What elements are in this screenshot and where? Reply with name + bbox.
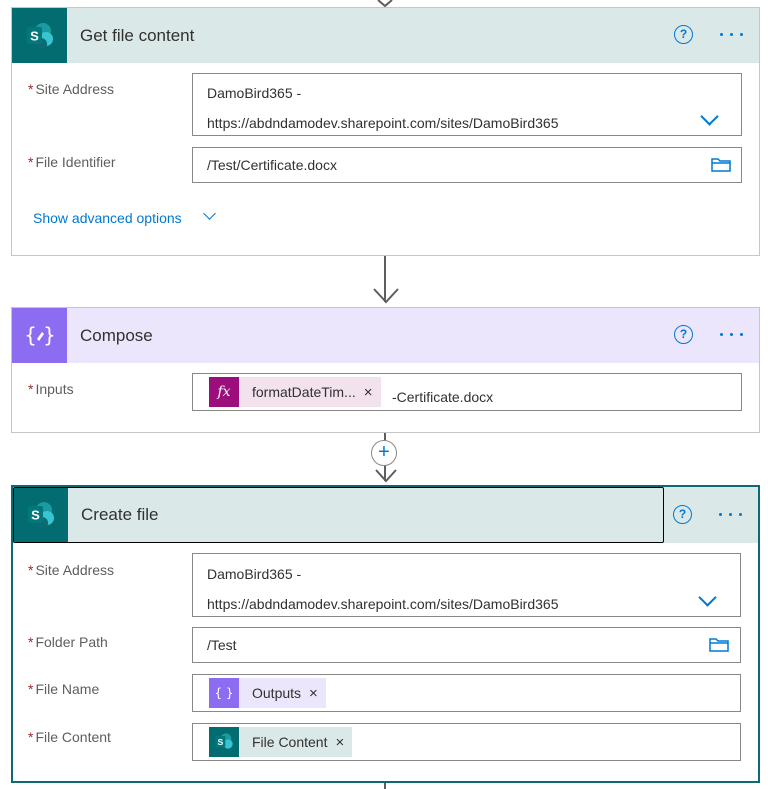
outputs-token[interactable]: { } Outputs ×: [209, 678, 326, 708]
site-address-label: * Site Address: [28, 81, 115, 97]
folder-icon[interactable]: [711, 158, 731, 172]
file-content-field[interactable]: S File Content ×: [192, 723, 741, 761]
file-identifier-value: /Test/Certificate.docx: [207, 157, 337, 173]
close-icon[interactable]: ×: [335, 734, 352, 751]
card-header[interactable]: S Create file ?: [13, 487, 758, 543]
folder-path-value: /Test: [207, 637, 237, 653]
add-step-icon[interactable]: +: [371, 440, 397, 466]
file-identifier-input[interactable]: /Test/Certificate.docx: [192, 147, 742, 183]
help-icon[interactable]: ?: [673, 505, 692, 524]
card-title: Create file: [81, 505, 159, 524]
svg-text:S: S: [31, 508, 40, 523]
card-title: Compose: [80, 326, 153, 345]
chevron-down-icon[interactable]: [698, 588, 717, 607]
compose-icon: { }: [12, 308, 67, 363]
compose-card: { } Compose ? * Inputs fx formatDateTim..…: [11, 307, 760, 433]
file-name-field[interactable]: { } Outputs ×: [192, 674, 741, 712]
expression-token[interactable]: fx formatDateTim... ×: [209, 377, 381, 407]
create-file-card: S Create file ? * Site Address DamoBird36…: [11, 485, 760, 783]
get-file-content-card: S Get file content ? * Site Address DamoB…: [11, 7, 760, 256]
svg-text:{ }: { }: [214, 686, 233, 700]
arrow-down-icon: [373, 288, 399, 304]
site-address-dropdown[interactable]: DamoBird365 - https://abdndamodev.sharep…: [192, 73, 742, 136]
inputs-label: * Inputs: [28, 381, 74, 397]
svg-text:S: S: [30, 28, 39, 43]
svg-text:S: S: [217, 737, 223, 747]
file-identifier-label: * File Identifier: [28, 154, 116, 170]
sharepoint-icon: S: [209, 727, 239, 757]
folder-icon[interactable]: [709, 638, 729, 652]
show-advanced-options-link[interactable]: Show advanced options: [33, 210, 182, 226]
site-address-line1: DamoBird365 -: [207, 85, 302, 101]
connector-line: [384, 783, 386, 789]
file-content-token[interactable]: S File Content ×: [209, 727, 353, 757]
inputs-field[interactable]: fx formatDateTim... × -Certificate.docx: [192, 373, 742, 411]
sharepoint-icon: S: [12, 8, 67, 63]
expression-icon: fx: [209, 377, 239, 407]
sharepoint-icon: S: [14, 488, 68, 542]
card-header[interactable]: { } Compose ?: [12, 308, 759, 363]
card-header[interactable]: S Get file content ?: [12, 8, 759, 63]
site-address-dropdown[interactable]: DamoBird365 - https://abdndamodev.sharep…: [192, 553, 741, 617]
file-name-label: * File Name: [28, 681, 100, 697]
help-icon[interactable]: ?: [674, 325, 693, 344]
arrow-down-icon: [375, 469, 397, 483]
chevron-down-icon[interactable]: [203, 207, 216, 220]
compose-icon: { }: [209, 678, 239, 708]
close-icon[interactable]: ×: [309, 685, 326, 702]
more-icon[interactable]: [718, 330, 748, 340]
more-icon[interactable]: [717, 510, 747, 520]
help-icon[interactable]: ?: [674, 25, 693, 44]
site-address-line2: https://abdndamodev.sharepoint.com/sites…: [207, 596, 559, 612]
site-address-line1: DamoBird365 -: [207, 566, 302, 582]
card-title: Get file content: [80, 26, 195, 45]
more-icon[interactable]: [718, 30, 748, 40]
folder-path-label: * Folder Path: [28, 634, 108, 650]
close-icon[interactable]: ×: [364, 384, 381, 401]
inputs-suffix-text: -Certificate.docx: [392, 389, 494, 405]
file-content-label: * File Content: [28, 729, 111, 745]
folder-path-input[interactable]: /Test: [192, 627, 741, 663]
site-address-label: * Site Address: [28, 562, 115, 578]
chevron-down-icon[interactable]: [700, 107, 719, 126]
site-address-line2: https://abdndamodev.sharepoint.com/sites…: [207, 115, 559, 131]
